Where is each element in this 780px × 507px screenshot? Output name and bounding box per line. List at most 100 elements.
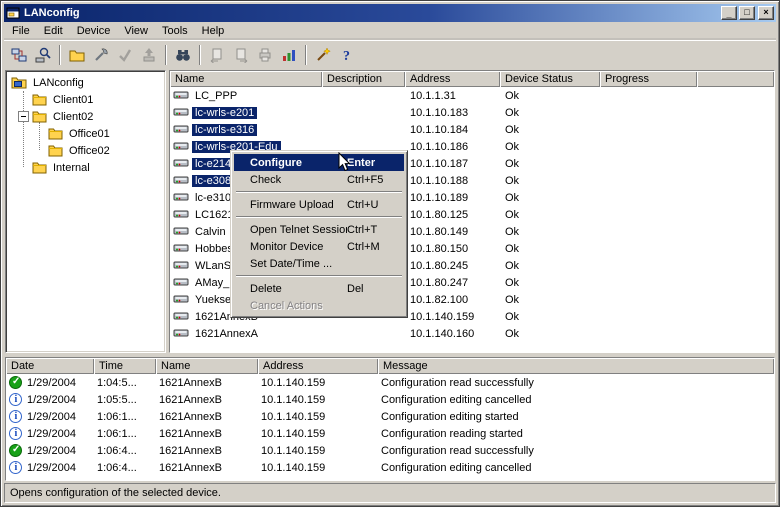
column-header-date[interactable]: Date [6,358,94,374]
log-address: 10.1.140.159 [258,428,378,440]
device-row[interactable]: lc-wrls-e316 10.1.10.184 Ok [170,121,774,138]
log-row[interactable]: 1/29/2004 1:06:1... 1621AnnexB 10.1.140.… [6,408,774,425]
toolbar-separator [59,45,61,65]
device-row[interactable]: 1621AnnexA 10.1.140.160 Ok [170,325,774,342]
device-row[interactable]: lc-wrls-e201 10.1.10.183 Ok [170,104,774,121]
column-header-address[interactable]: Address [258,358,378,374]
device-address: 10.1.10.183 [405,107,500,119]
device-icon [173,140,189,153]
device-icon [173,174,189,187]
maximize-button[interactable]: □ [739,6,755,20]
log-row[interactable]: 1/29/2004 1:06:4... 1621AnnexB 10.1.140.… [6,442,774,459]
device-address: 10.1.140.159 [405,311,500,323]
device-icon [173,191,189,204]
device-address: 10.1.10.189 [405,192,500,204]
context-menu-item[interactable]: Configure Enter [234,154,404,171]
setup-wizard-icon[interactable] [311,43,335,67]
window-title: LANconfig [24,7,719,19]
device-status: Ok [500,175,600,187]
menu-item-shortcut: Ctrl+F5 [347,174,403,186]
context-menu-item[interactable]: Open Telnet Session Ctrl+T [234,221,404,238]
column-header-device-status[interactable]: Device Status [500,71,600,87]
column-header-name[interactable]: Name [170,71,322,87]
tree-item[interactable]: Client02 [8,108,163,125]
menu-item[interactable]: Device [70,23,118,39]
help-icon[interactable]: ? [335,43,359,67]
close-button[interactable]: × [758,6,774,20]
tree-item[interactable]: Office01 [8,125,163,142]
check-device-icon[interactable] [113,43,137,67]
log-row[interactable]: 1/29/2004 1:05:5... 1621AnnexB 10.1.140.… [6,391,774,408]
log-time: 1:06:4... [94,462,156,474]
context-menu-item[interactable]: Monitor Device Ctrl+M [234,238,404,255]
log-message: Configuration read successfully [378,377,774,389]
search-devices-icon[interactable] [31,43,55,67]
log-status-icon [9,444,22,457]
column-header-description[interactable]: Description [322,71,405,87]
menu-item[interactable]: View [117,23,155,39]
configure-device-icon[interactable] [89,43,113,67]
log-row[interactable]: 1/29/2004 1:04:5... 1621AnnexB 10.1.140.… [6,374,774,391]
context-menu-item[interactable]: Check Ctrl+F5 [234,171,404,188]
tree-item-label: Office01 [67,128,112,140]
firmware-upload-icon[interactable] [137,43,161,67]
status-text: Opens configuration of the selected devi… [4,483,776,503]
title-bar[interactable]: LANconfig _ □ × [4,4,776,22]
context-menu-item[interactable]: Cancel Actions [234,297,404,314]
column-header-progress[interactable]: Progress [600,71,697,87]
tree-expand-box[interactable] [18,111,29,122]
svg-text:?: ? [343,49,350,63]
menu-item-label: Check [235,174,281,186]
context-menu-item [234,272,404,280]
column-header-name[interactable]: Name [156,358,258,374]
device-address: 10.1.80.125 [405,209,500,221]
device-status: Ok [500,226,600,238]
tree-item-label: Office02 [67,145,112,157]
print-config-icon[interactable] [253,43,277,67]
context-menu-item[interactable]: Firmware Upload Ctrl+U [234,196,404,213]
log-date: 1/29/2004 [27,411,76,423]
context-menu-item[interactable]: Set Date/Time ... [234,255,404,272]
device-icon [173,157,189,170]
log-message: Configuration editing cancelled [378,462,774,474]
menu-item-shortcut: Ctrl+M [347,241,403,253]
device-row[interactable]: LC_PPP 10.1.1.31 Ok [170,87,774,104]
tree-item[interactable]: Client01 [8,91,163,108]
menu-item[interactable]: File [5,23,37,39]
device-name: lc-wrls-e316 [192,124,257,136]
column-header-time[interactable]: Time [94,358,156,374]
log-row[interactable]: 1/29/2004 1:06:1... 1621AnnexB 10.1.140.… [6,425,774,442]
folder-icon [48,144,63,157]
log-address: 10.1.140.159 [258,411,378,423]
monitor-device-icon[interactable] [277,43,301,67]
read-config-icon[interactable] [205,43,229,67]
connect-devices-icon[interactable] [7,43,31,67]
lanconfig-root-icon [11,76,27,89]
context-menu-item[interactable]: Delete Del [234,280,404,297]
device-status: Ok [500,192,600,204]
menu-item[interactable]: Tools [155,23,195,39]
device-status: Ok [500,243,600,255]
menu-item[interactable]: Edit [37,23,70,39]
menu-item-shortcut: Enter [347,157,403,169]
log-address: 10.1.140.159 [258,394,378,406]
tree-root-item[interactable]: LANconfig [8,74,163,91]
new-folder-icon[interactable] [65,43,89,67]
log-row[interactable]: 1/29/2004 1:06:4... 1621AnnexB 10.1.140.… [6,459,774,476]
column-header-address[interactable]: Address [405,71,500,87]
menu-item[interactable]: Help [195,23,232,39]
device-icon [173,242,189,255]
device-address: 10.1.80.247 [405,277,500,289]
tree-item[interactable]: Office02 [8,142,163,159]
write-config-icon[interactable] [229,43,253,67]
find-devices-icon[interactable] [171,43,195,67]
status-bar: Opens configuration of the selected devi… [4,483,776,503]
minimize-button[interactable]: _ [721,6,737,20]
log-device-name: 1621AnnexB [156,428,258,440]
device-address: 10.1.140.160 [405,328,500,340]
column-header-message[interactable]: Message [378,358,774,374]
device-name: 1621AnnexA [192,328,261,340]
tree-item[interactable]: Internal [8,159,163,176]
device-icon [173,225,189,238]
menu-item-shortcut: Ctrl+T [347,224,403,236]
